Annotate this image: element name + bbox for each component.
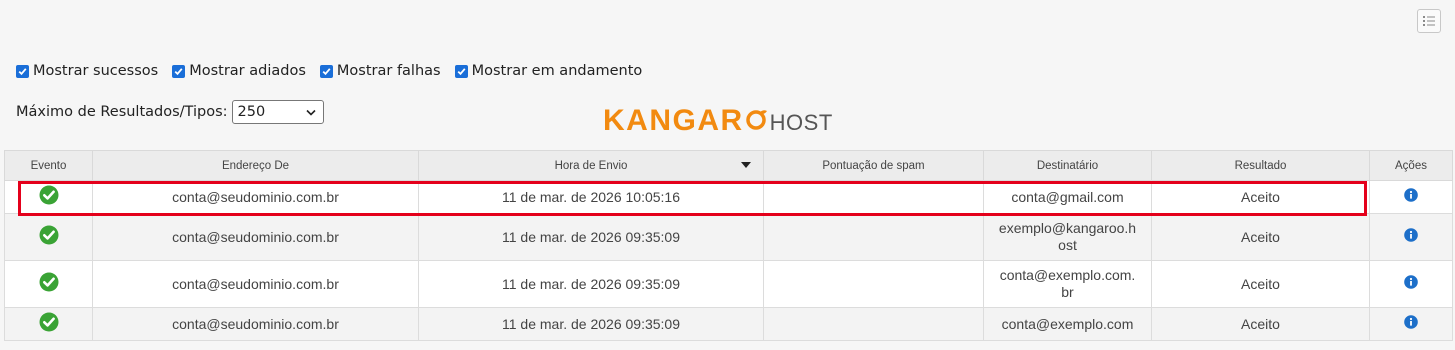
cell-resultado: Aceito	[1151, 180, 1370, 214]
cell-pontuacao-spam	[763, 307, 984, 341]
cell-endereco-de: conta@seudominio.com.br	[92, 180, 419, 214]
cell-resultado: Aceito	[1151, 213, 1370, 261]
cell-acoes	[1369, 180, 1453, 214]
filter-label: Mostrar adiados	[189, 63, 306, 79]
cell-evento	[4, 260, 93, 308]
header-hora-de-envio[interactable]: Hora de Envio	[418, 150, 764, 181]
cell-acoes	[1369, 213, 1453, 261]
header-evento[interactable]: Evento	[4, 150, 93, 181]
max-results-select[interactable]: 250	[231, 100, 324, 124]
kangaroo-logo-o-icon	[745, 108, 769, 130]
filter-label: Mostrar sucessos	[33, 63, 159, 79]
header-acoes: Ações	[1369, 150, 1453, 181]
table-row[interactable]: conta@seudominio.com.br 11 de mar. de 202…	[4, 307, 1453, 341]
max-results-label: Máximo de Resultados/Tipos:	[16, 104, 228, 120]
table-row[interactable]: conta@seudominio.com.br 11 de mar. de 202…	[4, 213, 1453, 261]
chevron-down-icon	[305, 109, 316, 116]
cell-evento	[4, 180, 93, 214]
filter-show-deferred[interactable]: Mostrar adiados	[172, 63, 306, 79]
logo-text-host: HOST	[769, 110, 833, 135]
cell-evento	[4, 307, 93, 341]
list-view-button[interactable]	[1417, 9, 1441, 33]
cell-destinatario: conta@exemplo.com. br	[983, 260, 1152, 308]
filter-show-successes[interactable]: Mostrar sucessos	[16, 63, 158, 79]
header-pontuacao-spam[interactable]: Pontuação de spam	[763, 150, 984, 181]
kangaroo-host-logo: KANGAR HOST	[603, 104, 833, 138]
checkbox-checked-icon[interactable]	[454, 64, 468, 78]
list-icon	[1423, 16, 1435, 26]
checkbox-checked-icon[interactable]	[172, 64, 186, 78]
max-results-row: Máximo de Resultados/Tipos: 250	[16, 100, 324, 124]
sort-descending-icon	[741, 162, 751, 168]
cell-destinatario: conta@exemplo.com	[983, 307, 1152, 341]
cell-resultado: Aceito	[1151, 307, 1370, 341]
cell-hora-de-envio: 11 de mar. de 2026 09:35:09	[418, 260, 764, 308]
table-header-row: Evento Endereço De Hora de Envio Pontuaç…	[4, 150, 1453, 181]
info-icon[interactable]	[1404, 228, 1418, 246]
cell-acoes	[1369, 307, 1453, 341]
filter-show-failures[interactable]: Mostrar falhas	[319, 63, 441, 79]
header-destinatario[interactable]: Destinatário	[983, 150, 1152, 181]
cell-pontuacao-spam	[763, 180, 984, 214]
info-icon[interactable]	[1404, 315, 1418, 333]
header-endereco-de[interactable]: Endereço De	[92, 150, 419, 181]
cell-destinatario: exemplo@kangaroo.h ost	[983, 213, 1152, 261]
cell-resultado: Aceito	[1151, 260, 1370, 308]
header-hora-de-envio-label: Hora de Envio	[554, 159, 628, 172]
success-check-icon	[39, 312, 59, 336]
cell-endereco-de: conta@seudominio.com.br	[92, 307, 419, 341]
checkbox-checked-icon[interactable]	[319, 64, 333, 78]
success-check-icon	[39, 185, 59, 209]
table-row[interactable]: conta@seudominio.com.br 11 de mar. de 202…	[4, 260, 1453, 308]
checkbox-checked-icon[interactable]	[16, 64, 29, 78]
cell-destinatario: conta@gmail.com	[983, 180, 1152, 214]
max-results-value: 250	[237, 104, 266, 120]
filter-show-in-progress[interactable]: Mostrar em andamento	[454, 63, 643, 79]
header-resultado[interactable]: Resultado	[1151, 150, 1370, 181]
success-check-icon	[39, 272, 59, 296]
page: Mostrar sucessos Mostrar adiados Mostrar…	[0, 0, 1455, 350]
info-icon[interactable]	[1404, 188, 1418, 206]
cell-pontuacao-spam	[763, 260, 984, 308]
cell-hora-de-envio: 11 de mar. de 2026 09:35:09	[418, 213, 764, 261]
logo-text-kangaroo: KANGAR	[603, 104, 744, 137]
email-delivery-table: Evento Endereço De Hora de Envio Pontuaç…	[4, 150, 1453, 341]
cell-evento	[4, 213, 93, 261]
cell-pontuacao-spam	[763, 213, 984, 261]
cell-hora-de-envio: 11 de mar. de 2026 09:35:09	[418, 307, 764, 341]
cell-hora-de-envio: 11 de mar. de 2026 10:05:16	[418, 180, 764, 214]
cell-endereco-de: conta@seudominio.com.br	[92, 260, 419, 308]
success-check-icon	[39, 225, 59, 249]
filter-label: Mostrar falhas	[336, 63, 441, 79]
table-row[interactable]: conta@seudominio.com.br 11 de mar. de 202…	[4, 180, 1453, 214]
cell-endereco-de: conta@seudominio.com.br	[92, 213, 419, 261]
filter-label: Mostrar em andamento	[471, 63, 643, 79]
filter-checkboxes: Mostrar sucessos Mostrar adiados Mostrar…	[16, 63, 642, 79]
cell-acoes	[1369, 260, 1453, 308]
info-icon[interactable]	[1404, 275, 1418, 293]
